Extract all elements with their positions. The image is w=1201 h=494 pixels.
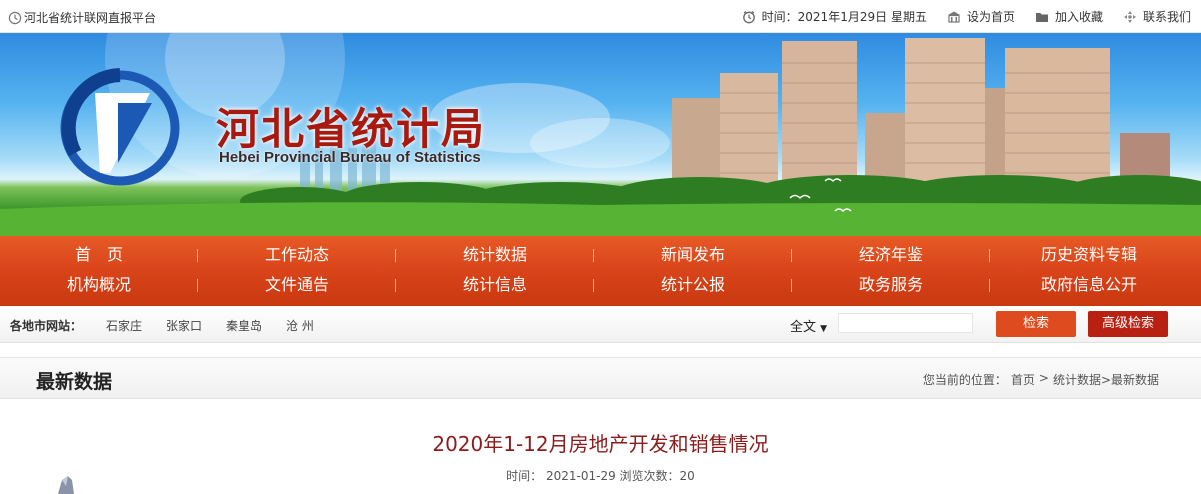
folder-icon	[1035, 12, 1048, 22]
city-sites-label: 各地市网站：	[10, 319, 83, 333]
home-building-icon	[947, 11, 960, 23]
dropdown-arrow-icon: ▼	[820, 324, 828, 334]
article-meta: 时间： 2021-01-29 浏览次数：20	[506, 469, 695, 483]
clock-icon	[8, 11, 22, 24]
date-value: 2021年1月29日	[797, 10, 888, 24]
nav-economic-yearbook[interactable]: 经济年鉴	[792, 240, 990, 270]
nav-history-archive[interactable]: 历史资料专辑	[990, 240, 1188, 270]
city-link-qinhuangdao[interactable]: 秦皇岛	[226, 317, 262, 334]
contact-icon	[1123, 10, 1136, 23]
site-subtitle: Hebei Provincial Bureau of Statistics	[219, 149, 481, 166]
nav-home[interactable]: 首 页	[0, 240, 198, 270]
nav-statistics-data[interactable]: 统计数据	[396, 240, 594, 270]
printer-icon[interactable]	[52, 474, 78, 494]
weekday-value: 星期五	[890, 10, 927, 24]
search-input[interactable]	[838, 313, 973, 333]
city-link-zhangjiakou[interactable]: 张家口	[166, 317, 202, 334]
banner-scenery	[0, 33, 1201, 236]
nav-bulletin[interactable]: 统计公报	[594, 270, 792, 300]
advanced-search-button[interactable]: 高级检索	[1088, 311, 1168, 337]
nav-statistics-info[interactable]: 统计信息	[396, 270, 594, 300]
nav-info-disclosure[interactable]: 政府信息公开	[990, 270, 1188, 300]
contact-link[interactable]: 联系我们	[1143, 8, 1191, 25]
set-home-link[interactable]: 设为首页	[967, 8, 1015, 25]
city-link-cangzhou[interactable]: 沧 州	[286, 317, 314, 334]
top-bar: 河北省统计联网直报平台 时间：2021年1月29日 星期五 设为首页 加入收藏 …	[0, 0, 1201, 33]
main-nav: 首 页 工作动态 统计数据 新闻发布 经济年鉴 历史资料专辑 机构概况 文件通告…	[0, 236, 1201, 306]
site-title: 河北省统计局	[216, 105, 486, 155]
nav-notices[interactable]: 文件通告	[198, 270, 396, 300]
city-search-bar: 各地市网站： 石家庄 张家口 秦皇岛 沧 州 全文 ▼ 检索 高级检索	[0, 306, 1201, 343]
breadcrumb-path[interactable]: 统计数据>最新数据	[1053, 371, 1159, 388]
breadcrumb-label: 您当前的位置：	[922, 373, 1007, 387]
breadcrumb-separator: >	[1038, 371, 1049, 385]
nav-press-release[interactable]: 新闻发布	[594, 240, 792, 270]
section-title: 最新数据	[36, 371, 113, 393]
nav-row-2: 机构概况 文件通告 统计信息 统计公报 政务服务 政府信息公开	[0, 270, 1201, 300]
time-label: 时间：	[761, 10, 798, 24]
platform-label: 河北省统计联网直报平台	[24, 11, 157, 25]
nav-row-1: 首 页 工作动态 统计数据 新闻发布 经济年鉴 历史资料专辑	[0, 240, 1201, 270]
search-button[interactable]: 检索	[996, 311, 1076, 337]
section-header: 最新数据 您当前的位置： 首页 > 统计数据>最新数据	[0, 357, 1201, 399]
city-links: 石家庄 张家口 秦皇岛 沧 州	[106, 317, 314, 334]
add-favorite-link[interactable]: 加入收藏	[1055, 8, 1103, 25]
nav-government-services[interactable]: 政务服务	[792, 270, 990, 300]
search-type-select[interactable]: 全文 ▼	[790, 316, 827, 335]
search-type-value: 全文	[790, 320, 817, 335]
header-banner: 河北省统计局 Hebei Provincial Bureau of Statis…	[0, 33, 1201, 236]
article-title: 2020年1-12月房地产开发和销售情况	[432, 432, 769, 456]
breadcrumb: 您当前的位置： 首页 > 统计数据>最新数据	[923, 371, 1159, 388]
city-link-shijiazhuang[interactable]: 石家庄	[106, 317, 142, 334]
nav-organization[interactable]: 机构概况	[0, 270, 198, 300]
nav-work-news[interactable]: 工作动态	[198, 240, 396, 270]
date-display: 时间：2021年1月29日 星期五	[762, 8, 927, 25]
breadcrumb-home[interactable]: 首页	[1011, 371, 1035, 388]
alarm-clock-icon	[742, 10, 755, 23]
platform-link[interactable]: 河北省统计联网直报平台	[8, 9, 156, 26]
